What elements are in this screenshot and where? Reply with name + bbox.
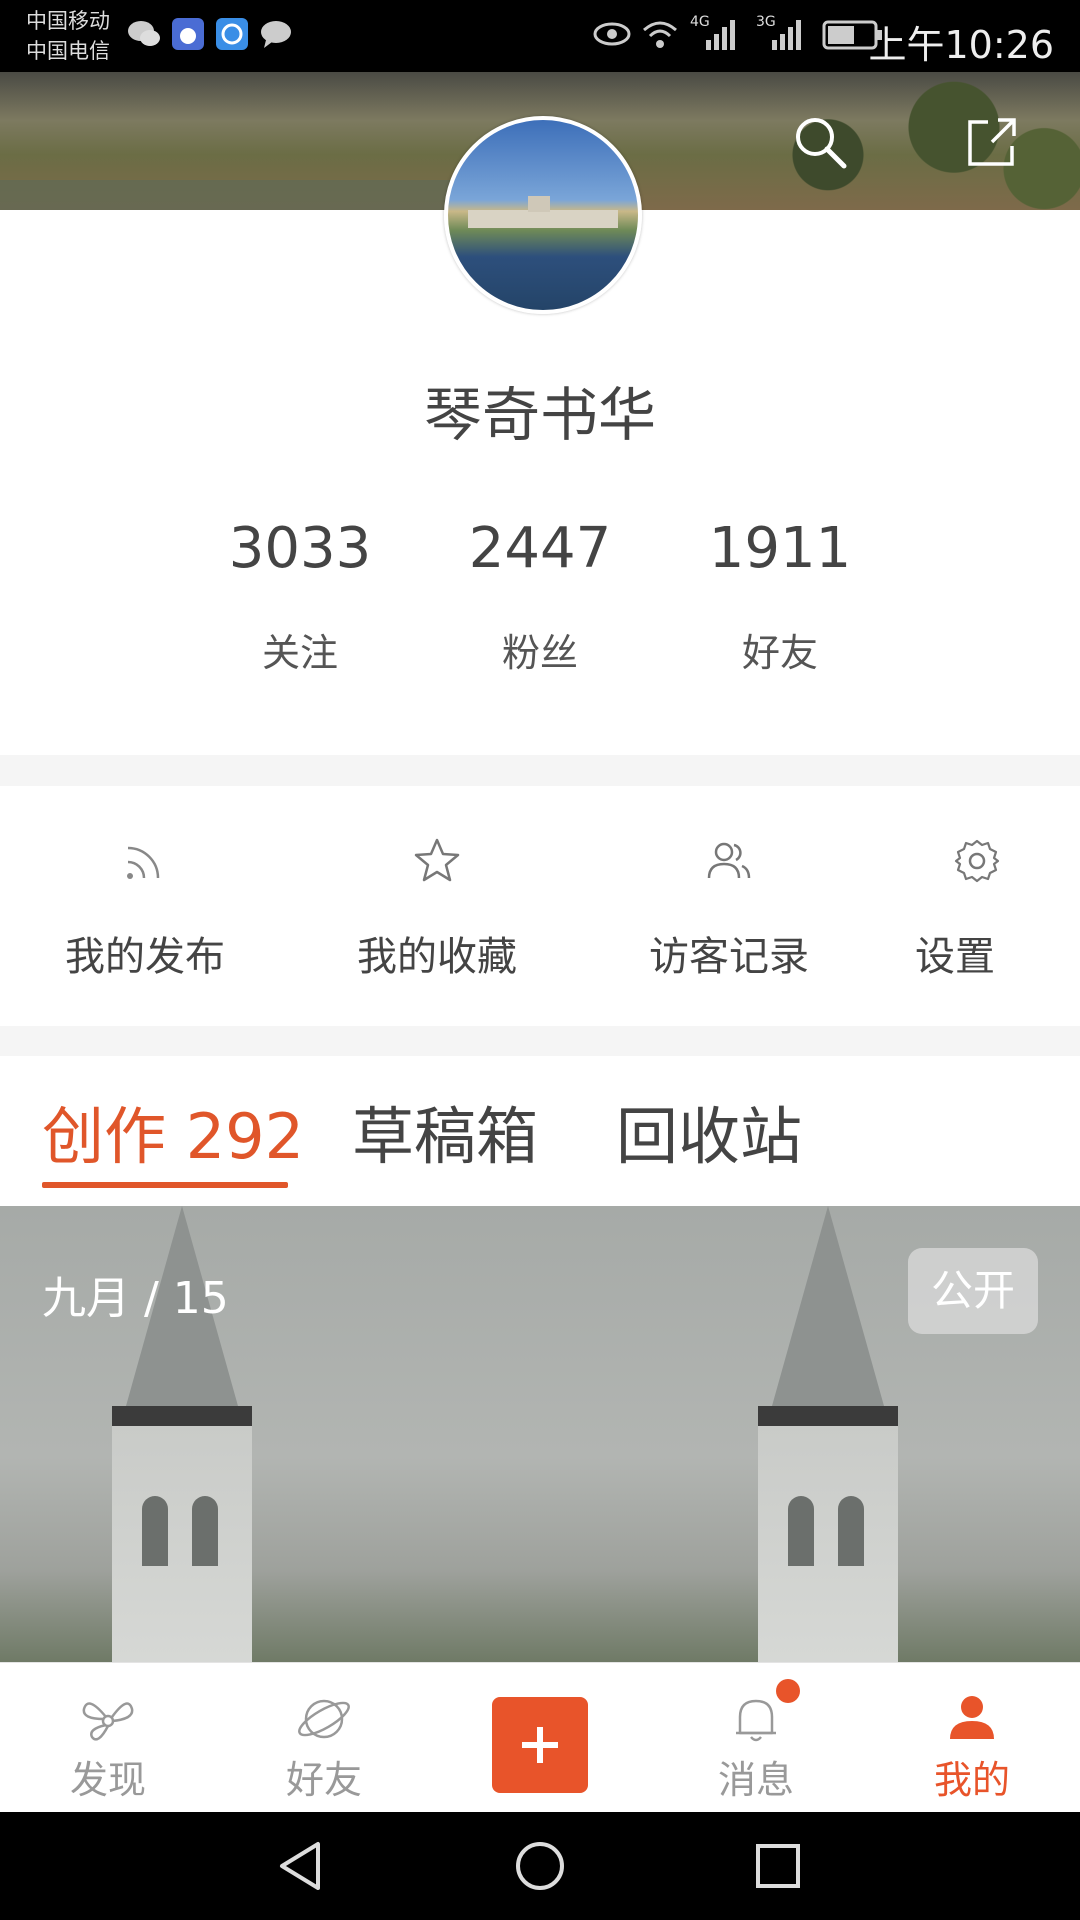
fans-count[interactable]: 2447	[420, 516, 660, 581]
nav-label: 发现	[69, 1758, 146, 1802]
friends-count[interactable]: 1911	[660, 516, 900, 581]
wechat-icon	[128, 21, 160, 46]
post-card[interactable]: 九月 / 15 公开	[0, 1206, 1080, 1662]
menu-label: 我的发布	[65, 934, 225, 980]
share-icon[interactable]	[962, 112, 1022, 172]
carrier-1: 中国移动	[26, 9, 110, 33]
profile-menu: 我的发布 我的收藏 访客记录 设置	[0, 786, 1080, 1026]
back-icon[interactable]	[270, 1834, 334, 1898]
bell-icon	[736, 1699, 776, 1742]
carrier-2: 中国电信	[26, 39, 110, 63]
home-icon[interactable]	[508, 1834, 572, 1898]
recents-icon[interactable]	[746, 1834, 810, 1898]
wifi-icon	[643, 21, 677, 48]
following-count[interactable]: 3033	[180, 516, 420, 581]
status-bar: 中国移动 中国电信 4G 3G 上午10:26	[0, 0, 1080, 72]
active-tab-indicator	[42, 1182, 288, 1188]
nav-messages[interactable]: 消息	[648, 1663, 864, 1813]
menu-my-posts[interactable]: 我的发布	[10, 786, 280, 1026]
friends-label[interactable]: 好友	[660, 622, 900, 677]
menu-visitor-log[interactable]: 访客记录	[594, 786, 864, 1026]
discover-icon	[82, 1702, 134, 1741]
tab-recycle-bin[interactable]: 回收站	[616, 1086, 802, 1176]
post-image-tower-right	[728, 1206, 928, 1662]
gear-icon	[954, 839, 1000, 883]
star-icon	[414, 838, 460, 882]
nav-label: 我的	[933, 1758, 1010, 1802]
following-label[interactable]: 关注	[180, 622, 420, 677]
nav-label: 好友	[285, 1758, 362, 1802]
add-post-button[interactable]	[492, 1697, 588, 1793]
search-icon[interactable]	[790, 112, 850, 172]
tab-creations[interactable]: 创作 292	[42, 1086, 304, 1176]
system-nav-bar	[0, 1812, 1080, 1920]
content-tabs: 创作 292 草稿箱 回收站	[0, 1056, 1080, 1206]
eye-icon	[593, 22, 631, 46]
person-icon	[950, 1696, 994, 1739]
planet-icon	[298, 1699, 350, 1739]
post-date: 九月 / 15	[42, 1273, 229, 1324]
nav-label: 消息	[717, 1758, 794, 1802]
signal-icon	[706, 20, 735, 50]
visibility-badge: 公开	[908, 1248, 1038, 1334]
nav-me[interactable]: 我的	[864, 1663, 1080, 1813]
avatar[interactable]	[444, 116, 642, 314]
nav-friends[interactable]: 好友	[216, 1663, 432, 1813]
tab-drafts[interactable]: 草稿箱	[352, 1086, 538, 1176]
menu-label: 我的收藏	[357, 934, 517, 980]
clock: 上午10:26	[868, 23, 1054, 67]
signal-icon-2	[772, 20, 801, 50]
message-icon	[261, 21, 291, 48]
plus-icon	[522, 1727, 558, 1763]
baidu-icon	[172, 18, 204, 50]
app-icon	[216, 18, 248, 50]
fans-label[interactable]: 粉丝	[420, 622, 660, 677]
nav-discover[interactable]: 发现	[0, 1663, 216, 1813]
username: 琴奇书华	[423, 381, 656, 449]
menu-my-favorites[interactable]: 我的收藏	[302, 786, 572, 1026]
menu-settings[interactable]: 设置	[842, 786, 1080, 1026]
bottom-nav: 发现 好友 消息 我的	[0, 1662, 1080, 1813]
notification-dot	[776, 1679, 800, 1703]
users-icon	[707, 842, 751, 879]
rss-icon	[127, 846, 160, 879]
menu-label: 设置	[915, 934, 995, 980]
